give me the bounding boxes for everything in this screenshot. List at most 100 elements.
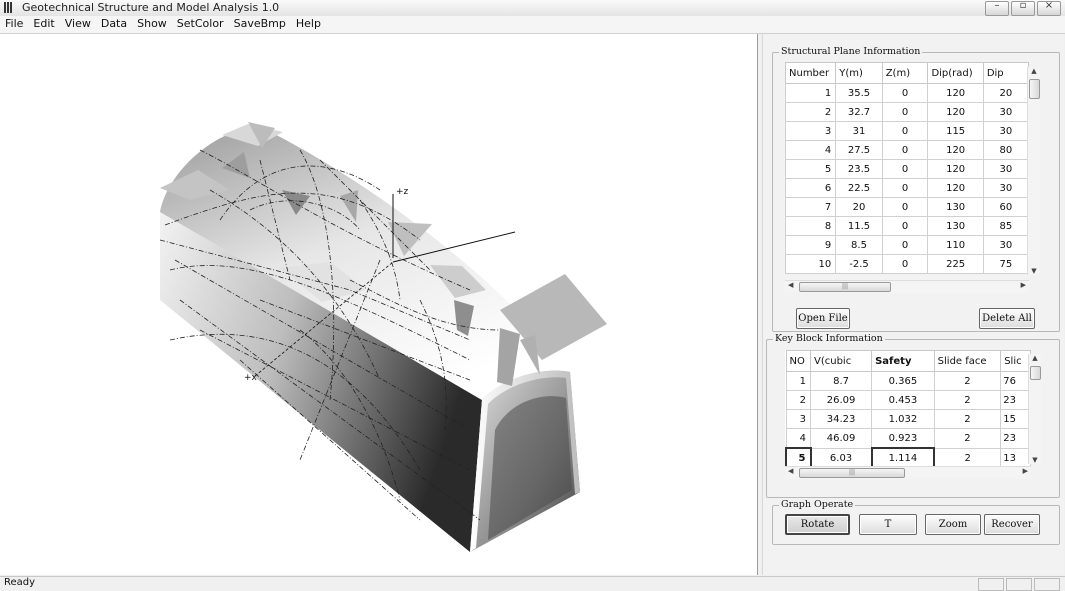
- cell-dip-rad[interactable]: 225: [927, 254, 984, 274]
- key-block-table[interactable]: NO V(cubic Safety Slide face Slic 1 8.7 0.…: [785, 350, 1031, 469]
- cell-z[interactable]: 0: [881, 216, 929, 236]
- cell-y[interactable]: 23.5: [835, 159, 883, 179]
- cell-safety[interactable]: 1.114: [870, 447, 936, 469]
- scroll-right-icon[interactable]: ▶: [1023, 467, 1028, 475]
- table-row[interactable]: 9 8.5 0 110 30: [784, 235, 1030, 255]
- structural-plane-vscroll[interactable]: ▲ ▼: [1027, 67, 1040, 275]
- close-button[interactable]: ×: [1037, 0, 1061, 16]
- minimize-button[interactable]: –: [985, 0, 1009, 16]
- col-y[interactable]: Y(m): [835, 62, 883, 84]
- cell-volume[interactable]: 6.03: [809, 447, 873, 469]
- cell-dip-rad[interactable]: 120: [927, 140, 984, 160]
- cell-slide[interactable]: 23: [1000, 428, 1031, 449]
- cell-dip-rad[interactable]: 130: [927, 197, 984, 217]
- table-row[interactable]: 4 46.09 0.923 2 23: [785, 428, 1031, 449]
- cell-slide[interactable]: 15: [1000, 409, 1031, 429]
- cell-dip[interactable]: 75: [982, 254, 1030, 274]
- t-button[interactable]: T: [859, 514, 917, 535]
- table-row-selected[interactable]: 5 6.03 1.114 2 13: [785, 447, 1031, 469]
- cell-y[interactable]: 31: [835, 121, 883, 141]
- cell-z[interactable]: 0: [881, 254, 929, 274]
- cell-y[interactable]: 22.5: [835, 178, 883, 198]
- cell-safety[interactable]: 1.032: [871, 409, 935, 429]
- scroll-up-icon[interactable]: ▲: [1029, 354, 1041, 362]
- menu-savebmp[interactable]: SaveBmp: [229, 16, 291, 33]
- cell-slide-face[interactable]: 2: [933, 390, 1002, 410]
- scroll-right-icon[interactable]: ▶: [1021, 281, 1026, 289]
- cell-dip-rad[interactable]: 110: [927, 235, 984, 255]
- rotate-button[interactable]: Rotate: [785, 514, 850, 535]
- col-slide[interactable]: Slic: [1000, 350, 1031, 372]
- table-row[interactable]: 10 -2.5 0 225 75: [784, 254, 1030, 274]
- cell-dip-rad[interactable]: 120: [927, 159, 984, 179]
- table-row[interactable]: 3 34.23 1.032 2 15: [785, 409, 1031, 429]
- scroll-down-icon[interactable]: ▼: [1029, 456, 1041, 464]
- key-block-hscroll[interactable]: ◀ ||| ▶: [785, 466, 1031, 479]
- menu-file[interactable]: File: [0, 16, 28, 33]
- cell-dip-rad[interactable]: 120: [927, 102, 984, 122]
- cell-dip[interactable]: 30: [982, 235, 1030, 255]
- structural-plane-table[interactable]: Number Y(m) Z(m) Dip(rad) Dip 1 35.5 0 120 2…: [784, 62, 1030, 274]
- menu-edit[interactable]: Edit: [28, 16, 59, 33]
- scroll-up-icon[interactable]: ▲: [1028, 67, 1040, 75]
- cell-dip-rad[interactable]: 130: [927, 216, 984, 236]
- cell-safety[interactable]: 0.365: [871, 371, 935, 391]
- menu-view[interactable]: View: [60, 16, 96, 33]
- model-viewport[interactable]: +z +x: [0, 34, 758, 575]
- cell-safety[interactable]: 0.923: [871, 428, 935, 449]
- cell-y[interactable]: 27.5: [835, 140, 883, 160]
- cell-dip-rad[interactable]: 115: [927, 121, 984, 141]
- cell-slide-face[interactable]: 2: [933, 428, 1002, 449]
- col-slide-face[interactable]: Slide face: [933, 350, 1002, 372]
- menu-help[interactable]: Help: [291, 16, 326, 33]
- cell-slide-face[interactable]: 2: [933, 447, 1002, 469]
- cell-z[interactable]: 0: [881, 159, 929, 179]
- maximize-button[interactable]: ▫: [1011, 0, 1035, 16]
- col-safety[interactable]: Safety: [871, 350, 935, 372]
- cell-dip[interactable]: 30: [982, 159, 1030, 179]
- col-no[interactable]: NO: [785, 350, 811, 372]
- cell-z[interactable]: 0: [881, 178, 929, 198]
- recover-button[interactable]: Recover: [984, 514, 1040, 535]
- cell-volume[interactable]: 46.09: [809, 428, 873, 449]
- cell-volume[interactable]: 8.7: [809, 371, 873, 391]
- cell-y[interactable]: 20: [835, 197, 883, 217]
- cell-slide-face[interactable]: 2: [933, 409, 1002, 429]
- cell-z[interactable]: 0: [881, 235, 929, 255]
- menu-setcolor[interactable]: SetColor: [172, 16, 229, 33]
- scroll-thumb[interactable]: |||: [799, 468, 905, 478]
- scroll-down-icon[interactable]: ▼: [1028, 267, 1040, 275]
- menu-data[interactable]: Data: [96, 16, 132, 33]
- cell-dip[interactable]: 80: [982, 140, 1030, 160]
- scroll-thumb[interactable]: [1029, 79, 1040, 99]
- cell-y[interactable]: 32.7: [835, 102, 883, 122]
- cell-dip[interactable]: 60: [982, 197, 1030, 217]
- cell-z[interactable]: 0: [881, 83, 929, 103]
- cell-dip-rad[interactable]: 120: [927, 83, 984, 103]
- cell-y[interactable]: 8.5: [835, 235, 883, 255]
- table-row[interactable]: 4 27.5 0 120 80: [784, 140, 1030, 160]
- col-dip[interactable]: Dip: [982, 62, 1030, 84]
- cell-z[interactable]: 0: [881, 140, 929, 160]
- table-row[interactable]: 1 8.7 0.365 2 76: [785, 371, 1031, 391]
- col-dip-rad[interactable]: Dip(rad): [927, 62, 984, 84]
- open-file-button[interactable]: Open File: [796, 308, 850, 329]
- delete-all-button[interactable]: Delete All: [979, 308, 1035, 329]
- col-volume[interactable]: V(cubic: [809, 350, 873, 372]
- table-row[interactable]: 3 31 0 115 30: [784, 121, 1030, 141]
- cell-volume[interactable]: 26.09: [809, 390, 873, 410]
- cell-dip[interactable]: 30: [982, 121, 1030, 141]
- scroll-thumb[interactable]: [1030, 366, 1041, 380]
- cell-z[interactable]: 0: [881, 197, 929, 217]
- cell-volume[interactable]: 34.23: [809, 409, 873, 429]
- cell-z[interactable]: 0: [881, 102, 929, 122]
- key-block-vscroll[interactable]: ▲ ▼: [1028, 354, 1041, 464]
- structural-plane-hscroll[interactable]: ◀ ||| ▶: [785, 280, 1029, 293]
- cell-slide[interactable]: 23: [1000, 390, 1031, 410]
- col-z[interactable]: Z(m): [881, 62, 929, 84]
- cell-slide[interactable]: 13: [1000, 447, 1031, 469]
- table-row[interactable]: 5 23.5 0 120 30: [784, 159, 1030, 179]
- col-number[interactable]: Number: [784, 62, 837, 84]
- scroll-left-icon[interactable]: ◀: [788, 467, 793, 475]
- cell-dip-rad[interactable]: 120: [927, 178, 984, 198]
